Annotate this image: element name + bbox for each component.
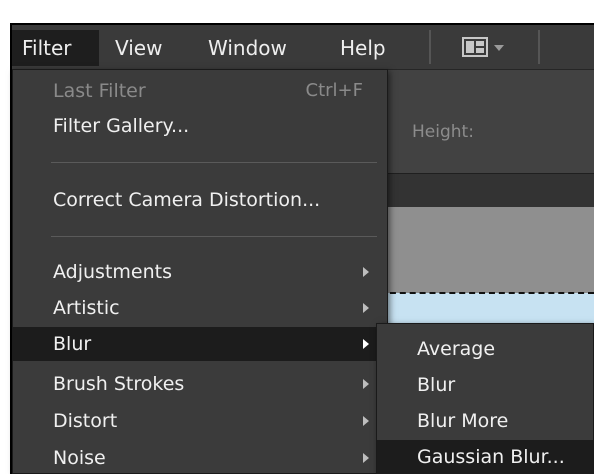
- menubar-separator: [429, 30, 431, 64]
- filter-dropdown-menu: Last Filter Ctrl+F Filter Gallery... Cor…: [12, 69, 388, 474]
- submenu-item-blur-more[interactable]: Blur More: [377, 404, 593, 439]
- submenu-item-average[interactable]: Average: [377, 332, 593, 367]
- menu-item-noise[interactable]: Noise: [13, 441, 387, 474]
- menu-separator: [51, 162, 377, 163]
- menu-filter[interactable]: Filter: [12, 30, 99, 66]
- menu-bar: [12, 25, 594, 70]
- height-label: Height:: [412, 122, 474, 142]
- menu-item-artistic[interactable]: Artistic: [13, 291, 387, 325]
- submenu-arrow-icon: [363, 416, 369, 426]
- blur-submenu: Average Blur Blur More Gaussian Blur...: [376, 323, 594, 474]
- menu-item-label: Blur: [53, 333, 92, 355]
- submenu-arrow-icon: [363, 267, 369, 277]
- menu-item-filter-gallery[interactable]: Filter Gallery...: [13, 109, 387, 143]
- photo-editor-app: Filter View Window Help Height: Last Fil…: [0, 0, 594, 474]
- menu-item-label: Adjustments: [53, 261, 172, 283]
- selection-marquee: [380, 292, 594, 294]
- submenu-arrow-icon: [363, 303, 369, 313]
- menu-item-correct-camera-distortion[interactable]: Correct Camera Distortion...: [13, 183, 387, 217]
- menu-view[interactable]: View: [115, 33, 162, 63]
- menu-item-label: Noise: [53, 447, 106, 469]
- menu-item-brush-strokes[interactable]: Brush Strokes: [13, 367, 387, 401]
- menu-item-label: Brush Strokes: [53, 373, 185, 395]
- menu-item-label: Distort: [53, 410, 118, 432]
- submenu-arrow-icon: [363, 339, 369, 349]
- menu-item-label: Artistic: [53, 297, 120, 319]
- layout-grid-icon[interactable]: [462, 37, 488, 57]
- submenu-arrow-icon: [363, 453, 369, 463]
- submenu-item-blur[interactable]: Blur: [377, 368, 593, 403]
- menu-item-blur[interactable]: Blur: [13, 327, 387, 361]
- menu-window[interactable]: Window: [208, 33, 287, 63]
- menubar-separator: [538, 30, 540, 64]
- menu-item-last-filter[interactable]: Last Filter Ctrl+F: [13, 74, 387, 108]
- menu-separator: [51, 236, 377, 237]
- menu-item-adjustments[interactable]: Adjustments: [13, 255, 387, 289]
- menu-item-label: Last Filter: [53, 80, 146, 102]
- submenu-arrow-icon: [363, 379, 369, 389]
- menu-item-distort[interactable]: Distort: [13, 404, 387, 438]
- submenu-item-gaussian-blur[interactable]: Gaussian Blur...: [377, 440, 593, 474]
- menu-help[interactable]: Help: [340, 33, 386, 63]
- shortcut-label: Ctrl+F: [305, 80, 363, 101]
- chevron-down-icon[interactable]: [494, 45, 504, 51]
